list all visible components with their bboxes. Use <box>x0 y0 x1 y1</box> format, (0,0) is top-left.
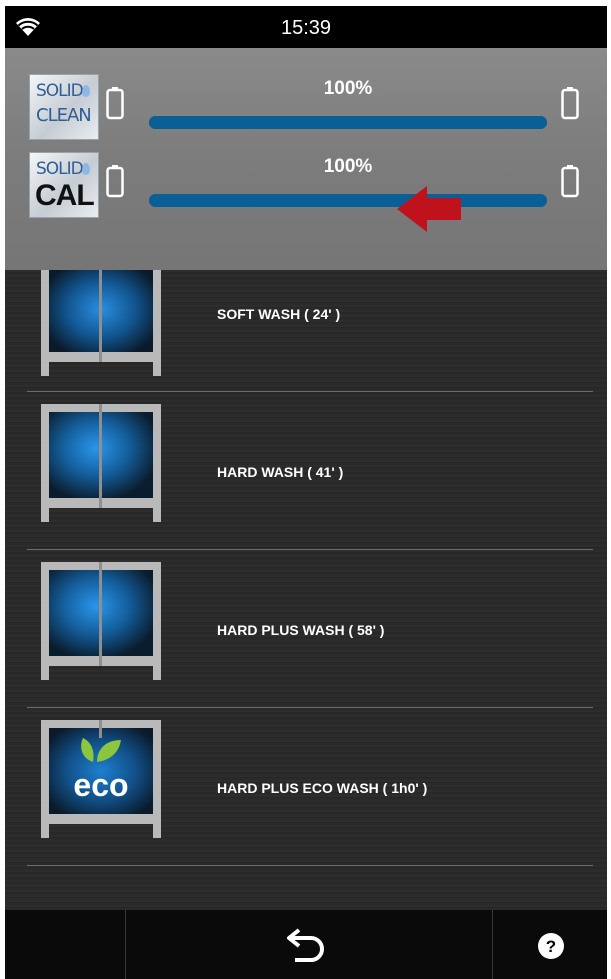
program-label: HARD PLUS ECO WASH ( 1h0' ) <box>217 780 428 796</box>
program-label: SOFT WASH ( 24' ) <box>217 306 341 322</box>
red-arrow-icon <box>397 186 461 232</box>
eco-label: eco <box>73 767 128 803</box>
cartridge-row-solid-clean: SOLID CLEAN 100% <box>5 66 607 146</box>
program-item[interactable]: SOFT WASH ( 24' ) <box>27 270 593 392</box>
program-label: HARD PLUS WASH ( 58' ) <box>217 622 385 638</box>
solid-clean-logo: SOLID CLEAN <box>29 74 99 140</box>
clock: 15:39 <box>280 17 332 39</box>
device-screen: 15:39 SOLID CLEAN 100% SOLID CAL 100% SO… <box>5 6 607 979</box>
dishwasher-icon <box>41 404 161 522</box>
status-bar: 15:39 <box>5 6 607 48</box>
navigation-bar: ? <box>5 910 607 979</box>
level-percent: 100% <box>323 156 373 177</box>
program-item[interactable]: HARD PLUS WASH ( 58' ) <box>27 550 593 708</box>
eco-dishwasher-icon: eco <box>41 720 161 838</box>
svg-text:?: ? <box>546 937 556 956</box>
cartridge-panel: SOLID CLEAN 100% SOLID CAL 100% <box>5 48 607 270</box>
battery-empty-icon <box>106 87 124 120</box>
program-item[interactable]: eco HARD PLUS ECO WASH ( 1h0' ) <box>27 708 593 866</box>
level-bar <box>149 116 547 129</box>
program-label: HARD WASH ( 41' ) <box>217 464 344 480</box>
dishwasher-icon <box>41 270 161 376</box>
list-divider <box>27 865 593 866</box>
logo-line2: CAL <box>35 179 95 212</box>
cartridge-row-solid-cal: SOLID CAL 100% <box>5 144 607 224</box>
program-item[interactable]: HARD WASH ( 41' ) <box>27 392 593 550</box>
help-icon[interactable]: ? <box>531 926 571 966</box>
drop-icon <box>82 163 90 175</box>
level-bar-fill <box>149 116 547 129</box>
battery-empty-icon <box>106 165 124 198</box>
back-icon[interactable] <box>275 922 339 968</box>
dishwasher-icon <box>41 562 161 680</box>
battery-full-icon <box>561 165 579 198</box>
nav-divider <box>125 910 126 979</box>
logo-line1: SOLID <box>36 81 84 101</box>
level-percent: 100% <box>323 78 373 99</box>
logo-line2: CLEAN <box>36 105 92 126</box>
nav-divider <box>492 910 493 979</box>
solid-cal-logo: SOLID CAL <box>29 152 99 218</box>
level-bar <box>149 194 547 207</box>
level-bar-fill <box>149 194 547 207</box>
battery-full-icon <box>561 87 579 120</box>
logo-line1: SOLID <box>36 159 84 179</box>
program-list[interactable]: SOFT WASH ( 24' ) HARD WASH ( 41' ) HARD… <box>5 270 607 910</box>
drop-icon <box>82 85 90 97</box>
